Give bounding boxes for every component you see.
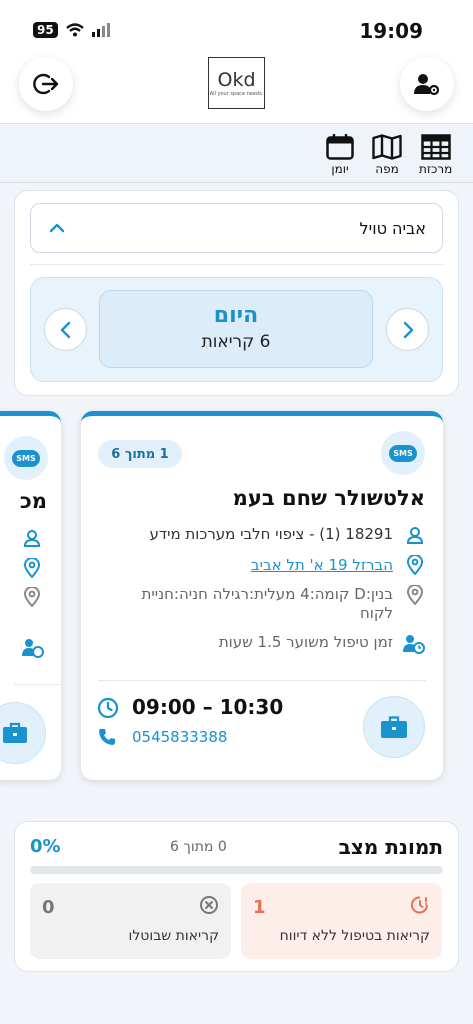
- person-icon: [23, 530, 41, 547]
- summary-count: 0 מתוך 6: [170, 839, 227, 855]
- logout-button[interactable]: [19, 57, 73, 111]
- sms-icon: SMS: [12, 449, 40, 467]
- customer-name: אלטשולר שחם בעמ: [232, 486, 425, 510]
- next-sms-button[interactable]: SMS: [4, 436, 48, 480]
- next-job-title: מכ: [19, 489, 47, 513]
- next-job-card[interactable]: SMS מכ: [0, 411, 61, 780]
- clock-alert-icon: [411, 896, 428, 914]
- grid-icon: [420, 134, 451, 160]
- address-link[interactable]: הברזל 19 א' תל אביב: [93, 556, 393, 574]
- cancelled-stat[interactable]: 0 קריאות שבוטלו: [30, 883, 231, 959]
- status-indicators: 95: [33, 22, 110, 38]
- appointment-time: 09:00 – 10:30: [132, 695, 284, 719]
- divider: [30, 264, 443, 265]
- day-title: היום: [213, 303, 259, 328]
- user-settings-button[interactable]: [400, 57, 454, 111]
- tab-map[interactable]: מפה: [372, 134, 402, 176]
- user-clock-icon: [403, 633, 425, 655]
- job-index-badge: 1 מתוך 6: [98, 440, 182, 468]
- start-job-button[interactable]: [363, 696, 425, 758]
- person-icon: [404, 524, 426, 546]
- service-description: 18291 (1) - ציפוי חלבי מערכות מידע: [149, 525, 393, 543]
- technician-select[interactable]: אביה טויל: [30, 203, 443, 253]
- tab-dashboard[interactable]: מרכזת: [419, 134, 452, 176]
- logout-icon: [33, 73, 59, 95]
- user-gear-icon: [414, 74, 440, 96]
- next-day-button[interactable]: [386, 308, 429, 351]
- briefcase-icon: [381, 716, 407, 738]
- location-pin-icon: [23, 587, 41, 607]
- chevron-up-icon: [49, 223, 65, 233]
- location-pin-icon: [404, 584, 426, 606]
- cancel-circle-icon: [200, 896, 218, 914]
- map-icon: [372, 134, 402, 160]
- view-tabs: מרכזת מפה יומן: [0, 123, 473, 183]
- next-start-job-button[interactable]: [0, 702, 46, 764]
- wifi-icon: [65, 23, 84, 37]
- selected-day[interactable]: היום 6 קריאות: [99, 290, 373, 368]
- summary-title: תמונת מצב: [338, 835, 443, 859]
- divider: [98, 680, 426, 681]
- pending-report-stat[interactable]: 1 קריאות בטיפול ללא דיווח: [241, 883, 442, 959]
- app-header: 95 19:09 Okd All your space needs.: [0, 0, 473, 123]
- cancelled-label: קריאות שבוטלו: [128, 928, 219, 944]
- location-details: בנין:D קומה:4 מעלית:רגילה חניה:חניית לקו…: [141, 585, 393, 622]
- company-logo: Okd All your space needs.: [208, 57, 265, 109]
- sms-button[interactable]: SMS: [381, 431, 425, 475]
- clock-icon: [97, 697, 119, 719]
- battery-indicator: 95: [33, 22, 58, 38]
- calendar-icon: [326, 134, 354, 160]
- phone-link[interactable]: 0545833388: [132, 728, 227, 746]
- signal-icon: [91, 23, 110, 37]
- cancelled-count: 0: [42, 897, 55, 918]
- pending-report-count: 1: [253, 897, 266, 918]
- summary-percent: 0%: [30, 836, 61, 857]
- briefcase-icon: [3, 722, 27, 743]
- location-pin-icon: [404, 554, 426, 576]
- sms-icon: SMS: [389, 444, 417, 462]
- logo-tagline: All your space needs.: [209, 91, 264, 97]
- chevron-right-icon: [403, 321, 413, 338]
- summary-progress-bar: [30, 866, 443, 874]
- tab-calendar[interactable]: יומן: [326, 134, 354, 176]
- logo-text: Okd: [217, 69, 256, 91]
- previous-day-button[interactable]: [44, 308, 87, 351]
- status-time: 19:09: [359, 19, 423, 43]
- tab-label: מפה: [375, 162, 399, 176]
- chevron-left-icon: [60, 321, 70, 338]
- user-clock-icon: [22, 639, 44, 658]
- divider: [14, 684, 61, 685]
- tab-label: יומן: [331, 162, 349, 176]
- location-pin-icon: [23, 558, 41, 578]
- estimated-duration: זמן טיפול משוער 1.5 שעות: [218, 633, 393, 651]
- tab-label: מרכזת: [419, 162, 453, 176]
- phone-icon: [99, 729, 115, 745]
- day-call-count: 6 קריאות: [201, 332, 271, 352]
- pending-report-label: קריאות בטיפול ללא דיווח: [279, 928, 430, 944]
- technician-name: אביה טויל: [359, 219, 426, 238]
